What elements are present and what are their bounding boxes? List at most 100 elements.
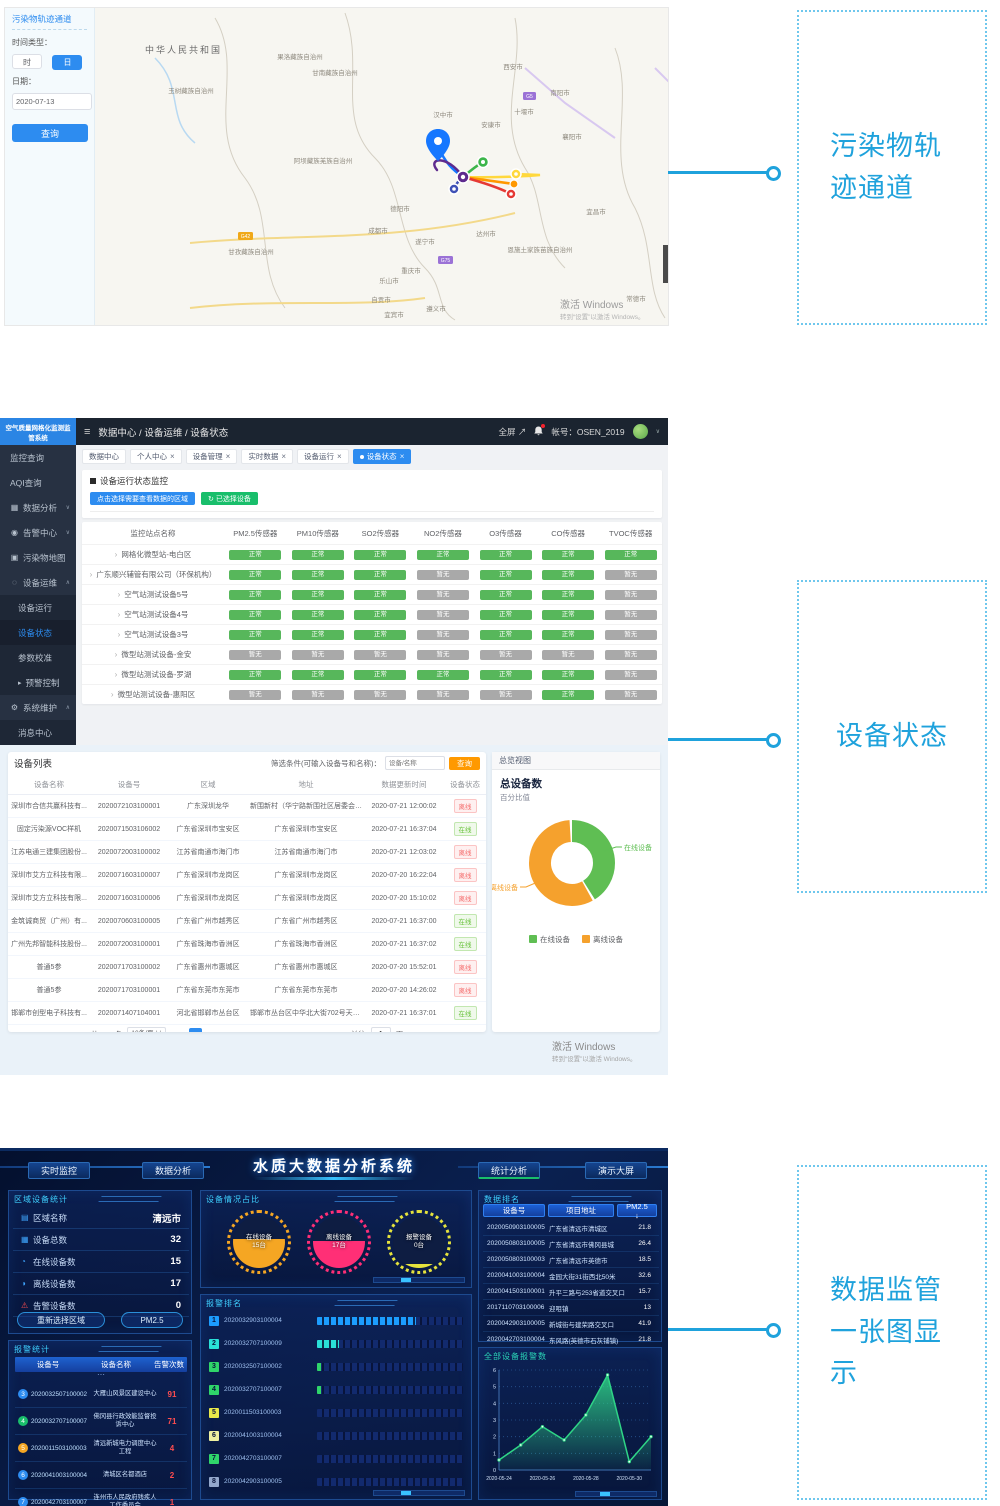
date-input[interactable] xyxy=(12,93,92,110)
prev-page-button[interactable]: ‹ xyxy=(171,1028,184,1033)
sidebar-item-数据分析[interactable]: ▦数据分析∨ xyxy=(0,495,76,520)
table-row: 52020011503100003清远新城电力调度中心工程4 xyxy=(15,1435,187,1462)
selected-device-button[interactable]: ↻已选择设备 xyxy=(201,492,258,505)
sidebar-item-AQI查询[interactable]: AQI查询 xyxy=(0,470,76,495)
gauge-value: 0台 xyxy=(414,1242,424,1250)
page-button-3[interactable]: 3 xyxy=(225,1028,238,1033)
sidebar-item-监控查询[interactable]: 监控查询 xyxy=(0,445,76,470)
nav-button-实时监控[interactable]: 实时监控 xyxy=(28,1162,90,1179)
notifications-button[interactable] xyxy=(534,426,543,438)
fullscreen-button[interactable]: 全屏 ↗ xyxy=(498,426,526,438)
map-canvas[interactable]: G42 G5 G55 G75 xyxy=(95,8,668,325)
map-sidebar-title: 污染物轨迹通道 xyxy=(12,13,87,30)
device-name: 清城区名都酒店 xyxy=(93,1471,157,1479)
scrollbar[interactable] xyxy=(373,1277,465,1283)
map-label: 成都市 xyxy=(368,225,388,235)
sidebar-item-参数校准[interactable]: 参数校准 xyxy=(0,645,76,670)
close-icon[interactable]: × xyxy=(337,452,342,461)
chevron-down-icon: ∨ xyxy=(66,529,70,536)
alarm-stats-title: 报警统计 xyxy=(14,1344,50,1355)
scrollbar[interactable] xyxy=(373,1490,465,1496)
sidebar-item-设备运维[interactable]: ◌设备运维∧ xyxy=(0,570,76,595)
page-button-5[interactable]: 5 xyxy=(261,1028,274,1033)
expand-icon[interactable]: › xyxy=(118,630,121,639)
expand-icon[interactable]: › xyxy=(90,570,93,579)
expand-icon[interactable]: › xyxy=(111,690,114,699)
tab-个人中心[interactable]: 个人中心× xyxy=(130,449,182,464)
hour-toggle-button[interactable]: 时 xyxy=(12,54,42,69)
cell: 普通5参 xyxy=(8,979,90,1002)
status-badge: 正常 xyxy=(229,550,281,560)
metric-button[interactable]: PM2.5 xyxy=(121,1312,183,1328)
map-label: 达州市 xyxy=(476,228,496,238)
sidebar-item-预警控制[interactable]: ▸预警控制 xyxy=(0,670,76,695)
rank-row: 32020032507100002 xyxy=(201,1355,471,1378)
sidebar-item-告警中心[interactable]: ◉告警中心∨ xyxy=(0,520,76,545)
per-page-select[interactable]: 10条/页 ∨ xyxy=(127,1027,165,1032)
map-label: 甘南藏族自治州 xyxy=(312,67,358,77)
tab-数据中心[interactable]: 数据中心 xyxy=(82,449,126,464)
goto-label: 前往 xyxy=(351,1029,366,1033)
next-page-button[interactable]: › xyxy=(333,1028,346,1033)
goto-page-input[interactable] xyxy=(371,1027,391,1033)
query-button[interactable]: 查询 xyxy=(12,124,88,142)
status-badge: 暂无 xyxy=(354,690,406,700)
nav-button-统计分析[interactable]: 统计分析 xyxy=(478,1162,540,1179)
reset-region-button[interactable]: 重新选择区域 xyxy=(17,1312,105,1328)
sidebar-item-消息中心[interactable]: 消息中心 xyxy=(0,720,76,745)
avatar[interactable] xyxy=(633,424,648,439)
nav-button-数据分析[interactable]: 数据分析 xyxy=(142,1162,204,1179)
expand-icon[interactable]: › xyxy=(118,610,121,619)
trajectory-markers[interactable] xyxy=(426,129,521,199)
device-id: 2020042703100004 xyxy=(483,1336,549,1343)
scrollbar[interactable] xyxy=(575,1491,657,1497)
expand-icon[interactable]: › xyxy=(118,590,121,599)
cell: 邯郸市创型电子科技有... xyxy=(8,1002,90,1025)
filter-input[interactable] xyxy=(385,756,445,770)
region-stats-title: 区域设备统计 xyxy=(14,1194,68,1205)
hamburger-icon[interactable]: ≡ xyxy=(84,426,90,438)
expand-icon[interactable]: › xyxy=(115,550,118,559)
page-button-34[interactable]: 34 xyxy=(315,1028,328,1033)
sidebar-item-污染物地图[interactable]: ▣污染物地图 xyxy=(0,545,76,570)
scrollbar-fragment[interactable] xyxy=(663,245,668,283)
tab-设备管理[interactable]: 设备管理× xyxy=(186,449,238,464)
table-row: 2020041503100001升平三路与253省道交叉口15.7 xyxy=(483,1284,659,1300)
sidebar-item-label: 参数校准 xyxy=(18,652,52,664)
select-region-button[interactable]: 点击选择需要查看数据的区域 xyxy=(90,492,195,505)
sidebar-item-设备运行[interactable]: 设备运行 xyxy=(0,595,76,620)
sidebar-item-label: AQI查询 xyxy=(10,477,42,489)
sidebar-item-设备状态[interactable]: 设备状态 xyxy=(0,620,76,645)
page-button-4[interactable]: 4 xyxy=(243,1028,256,1033)
map-label: 襄阳市 xyxy=(562,131,582,141)
device-table: 设备名称设备号区域地址数据更新时间设备状态 深圳市合信共赢科技有...20200… xyxy=(8,774,486,1025)
tab-设备状态[interactable]: 设备状态× xyxy=(353,449,412,464)
pm25-value: 15.7 xyxy=(627,1288,659,1295)
page-button-6[interactable]: 6 xyxy=(279,1028,292,1033)
sort-button-项目地址[interactable]: 项目地址 xyxy=(548,1204,614,1217)
page-button-1[interactable]: 1 xyxy=(189,1028,202,1033)
close-icon[interactable]: × xyxy=(281,452,286,461)
gauge-label: 离线设备17台 xyxy=(313,1216,365,1268)
day-toggle-button[interactable]: 日 xyxy=(52,55,82,70)
tab-实时数据[interactable]: 实时数据× xyxy=(241,449,293,464)
status-badge: 暂无 xyxy=(292,650,344,660)
sort-button-设备号[interactable]: 设备号 xyxy=(483,1204,545,1217)
search-button[interactable]: 查询 xyxy=(449,757,480,770)
expand-icon[interactable]: › xyxy=(115,650,118,659)
sort-button-PM2.5 ↓[interactable]: PM2.5 ↓ xyxy=(617,1204,657,1217)
chevron-down-icon[interactable]: ∨ xyxy=(656,428,660,435)
page-button-2[interactable]: 2 xyxy=(207,1028,220,1033)
close-icon[interactable]: × xyxy=(226,452,231,461)
nav-button-演示大屏[interactable]: 演示大屏 xyxy=(585,1162,647,1179)
table-row: 2020050803100005广东省清远市佛冈县城26.4 xyxy=(483,1236,659,1252)
sidebar-item-系统维护[interactable]: ⚙系统维护∧ xyxy=(0,695,76,720)
tab-设备运行[interactable]: 设备运行× xyxy=(297,449,349,464)
pm25-value: 18.5 xyxy=(627,1256,659,1263)
close-icon[interactable]: × xyxy=(400,452,405,461)
cell: 广东省东莞市东莞市 xyxy=(168,979,248,1002)
expand-icon[interactable]: › xyxy=(115,670,118,679)
rank-number: 4 xyxy=(209,1385,219,1395)
close-icon[interactable]: × xyxy=(170,452,175,461)
sidebar-item-label: 消息中心 xyxy=(18,727,52,739)
